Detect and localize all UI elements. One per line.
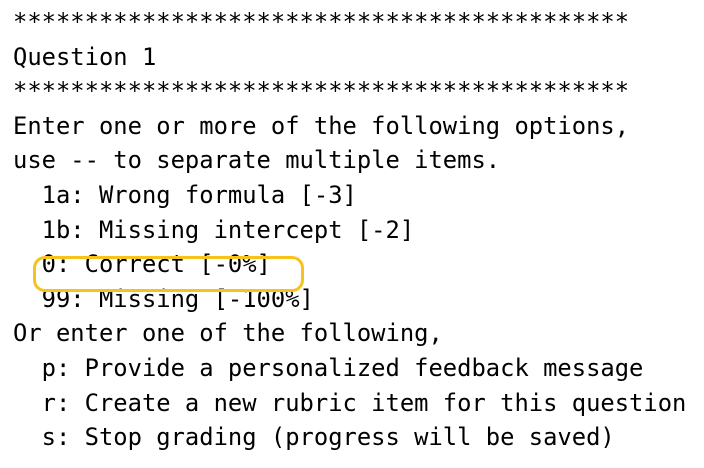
command-p: p: Provide a personalized feedback messa… [13, 353, 644, 382]
instruction-line: use -- to separate multiple items. [13, 146, 501, 175]
question-title: Question 1 [13, 42, 157, 71]
command-r: r: Create a new rubric item for this que… [13, 388, 687, 417]
rubric-item-1b: 1b: Missing intercept [-2] [13, 215, 415, 244]
rubric-item-1a: 1a: Wrong formula [-3] [13, 180, 357, 209]
other-options-prompt: Or enter one of the following, [13, 319, 443, 348]
terminal-output: ****************************************… [13, 5, 686, 455]
separator-line: ****************************************… [13, 8, 630, 36]
separator-line: ****************************************… [13, 77, 630, 106]
highlight-annotation [33, 256, 304, 292]
command-s: s: Stop grading (progress will be saved) [13, 423, 615, 452]
instruction-line: Enter one or more of the following optio… [13, 111, 630, 140]
